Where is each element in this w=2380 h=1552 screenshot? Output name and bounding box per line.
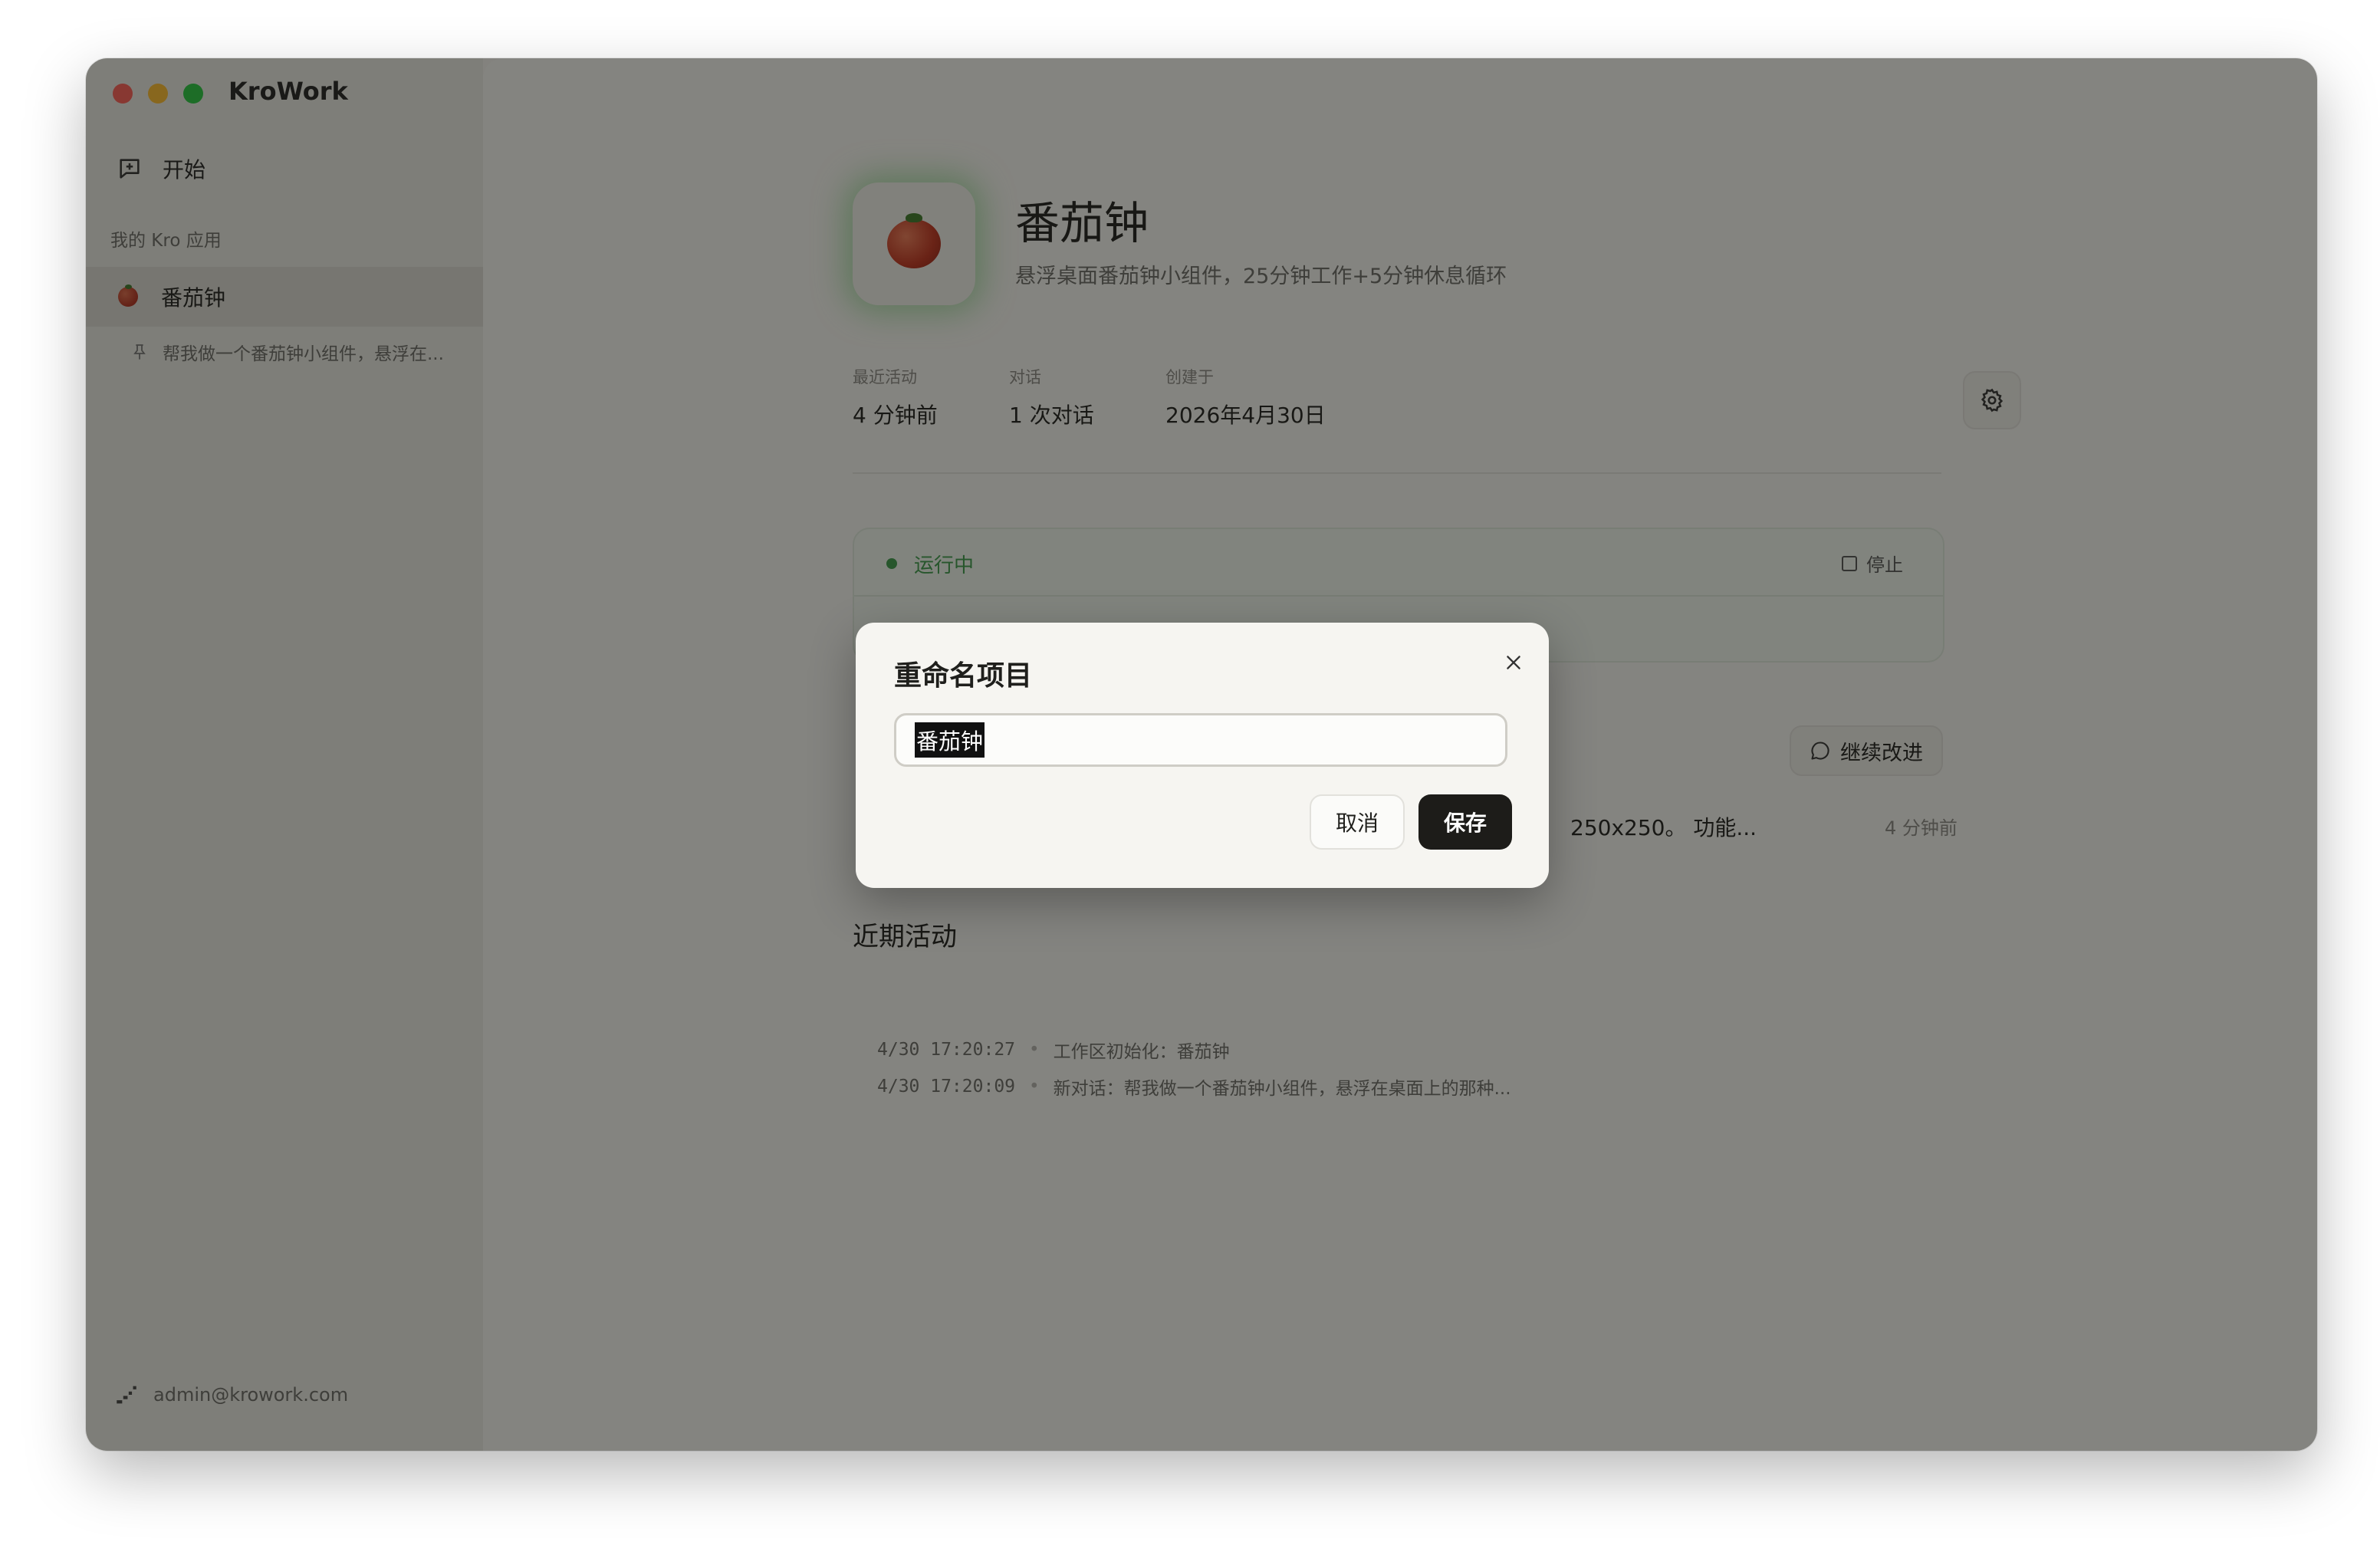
save-button[interactable]: 保存 [1418, 794, 1512, 850]
rename-input-value: 番茄钟 [915, 722, 985, 758]
rename-dialog: 重命名项目 番茄钟 取消 保存 [856, 623, 1549, 888]
cancel-button[interactable]: 取消 [1310, 794, 1405, 850]
rename-input[interactable]: 番茄钟 [894, 713, 1507, 767]
dialog-title: 重命名项目 [894, 660, 1033, 692]
close-icon [1507, 656, 1520, 669]
close-button[interactable] [1497, 646, 1530, 679]
